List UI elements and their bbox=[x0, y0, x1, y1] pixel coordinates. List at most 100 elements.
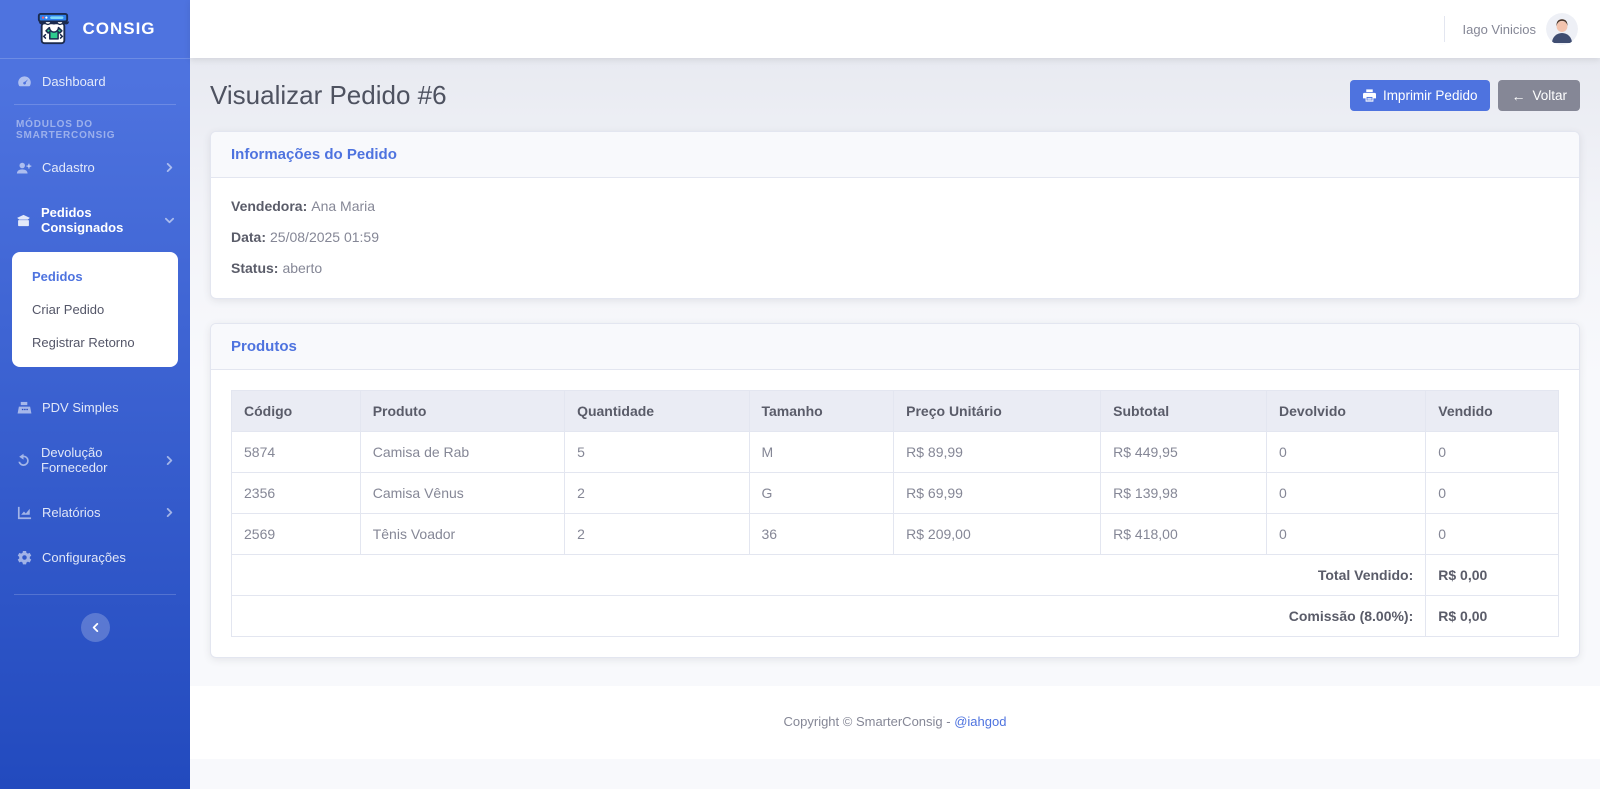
field-value: 25/08/2025 01:59 bbox=[270, 229, 380, 245]
sidebar-item-cadastro[interactable]: Cadastro bbox=[0, 145, 190, 190]
order-field-data: Data: 25/08/2025 01:59 bbox=[231, 229, 1559, 245]
table-cell: 0 bbox=[1266, 513, 1427, 555]
cash-register-icon bbox=[16, 401, 32, 415]
submenu-item-registrar-retorno[interactable]: Registrar Retorno bbox=[12, 326, 178, 359]
brand[interactable]: CONSIG bbox=[0, 0, 190, 58]
column-header-tamanho: Tamanho bbox=[748, 390, 895, 432]
sidebar-submenu: Pedidos Criar Pedido Registrar Retorno bbox=[12, 252, 178, 367]
field-label: Status: bbox=[231, 260, 279, 276]
chevron-down-icon bbox=[165, 216, 174, 225]
footer-link[interactable]: @iahgod bbox=[954, 714, 1006, 729]
box-icon bbox=[16, 213, 31, 227]
chevron-right-icon bbox=[165, 455, 174, 465]
products-card-title: Produtos bbox=[211, 324, 1579, 370]
total-vendido-value: R$ 0,00 bbox=[1425, 554, 1559, 596]
brand-name: CONSIG bbox=[82, 19, 156, 38]
print-order-button[interactable]: Imprimir Pedido bbox=[1349, 80, 1491, 111]
table-header-row: Código Produto Quantidade Tamanho Preço … bbox=[231, 390, 1559, 432]
column-header-produto: Produto bbox=[359, 390, 566, 432]
sidebar-item-devolucao-fornecedor[interactable]: Devolução Fornecedor bbox=[0, 430, 190, 490]
table-cell: 5 bbox=[564, 431, 750, 473]
content-area: Visualizar Pedido #6 Imprimir Pedido ← V… bbox=[190, 58, 1600, 789]
chevron-right-icon bbox=[165, 163, 174, 172]
order-field-status: Status: aberto bbox=[231, 260, 1559, 276]
table-cell: M bbox=[748, 431, 895, 473]
sidebar-item-label: Configurações bbox=[42, 550, 126, 565]
total-vendido-row: Total Vendido: R$ 0,00 bbox=[230, 554, 1559, 596]
table-cell: R$ 418,00 bbox=[1100, 513, 1268, 555]
comissao-label: Comissão (8.00%): bbox=[230, 595, 1427, 637]
back-label: Voltar bbox=[1532, 88, 1567, 103]
main-area: Iago Vinicios Visualizar Pedido #6 Impri… bbox=[190, 0, 1600, 789]
table-cell: 5874 bbox=[231, 431, 361, 473]
table-row: 2569 Tênis Voador 2 36 R$ 209,00 R$ 418,00 0 0 bbox=[231, 513, 1559, 555]
table-cell: R$ 209,00 bbox=[893, 513, 1102, 555]
products-table-body: 5874 Camisa de Rab 5 M R$ 89,99 R$ 449,95 0 0 23… bbox=[231, 431, 1559, 555]
column-header-preco-unitario: Preço Unitário bbox=[893, 390, 1102, 432]
printer-icon bbox=[1362, 89, 1376, 102]
submenu-item-pedidos[interactable]: Pedidos bbox=[12, 260, 178, 293]
avatar[interactable] bbox=[1546, 13, 1578, 45]
topbar-divider bbox=[1443, 16, 1445, 42]
footer: Copyright © SmarterConsig - @iahgod bbox=[190, 686, 1600, 759]
table-cell: Tênis Voador bbox=[359, 513, 566, 555]
user-plus-icon bbox=[16, 161, 32, 175]
sidebar-item-label: Devolução Fornecedor bbox=[41, 445, 108, 475]
table-cell: 2356 bbox=[231, 472, 361, 514]
page-title: Visualizar Pedido #6 bbox=[210, 80, 447, 110]
page-bottom-strip bbox=[190, 759, 1600, 783]
sidebar-toggle-button[interactable] bbox=[80, 613, 110, 642]
storefront-logo-icon bbox=[34, 12, 72, 46]
table-cell: 0 bbox=[1425, 472, 1559, 514]
field-label: Data: bbox=[231, 229, 267, 245]
table-cell: 2 bbox=[564, 472, 750, 514]
sidebar-item-label: Cadastro bbox=[42, 160, 95, 175]
table-row: 2356 Camisa Vênus 2 G R$ 69,99 R$ 139,98 0 0 bbox=[231, 472, 1559, 514]
sidebar-item-configuracoes[interactable]: Configurações bbox=[0, 535, 190, 580]
table-cell: G bbox=[748, 472, 895, 514]
table-cell: R$ 89,99 bbox=[893, 431, 1102, 473]
products-table: Código Produto Quantidade Tamanho Preço … bbox=[230, 390, 1559, 637]
sidebar-section-heading: Módulos do SmarterConsig bbox=[16, 119, 116, 141]
sidebar-item-label: Dashboard bbox=[42, 74, 106, 89]
order-info-card: Informações do Pedido Vendedora: Ana Mari… bbox=[210, 131, 1580, 299]
order-info-card-title: Informações do Pedido bbox=[211, 132, 1579, 178]
sidebar-nav: Dashboard Módulos do SmarterConsig Cadas… bbox=[0, 59, 190, 660]
undo-icon bbox=[16, 453, 31, 468]
submenu-item-criar-pedido[interactable]: Criar Pedido bbox=[12, 293, 178, 326]
column-header-quantidade: Quantidade bbox=[564, 390, 750, 432]
sidebar-item-label: PDV Simples bbox=[42, 400, 119, 415]
table-cell: 2569 bbox=[231, 513, 361, 555]
print-order-label: Imprimir Pedido bbox=[1382, 88, 1478, 103]
field-value: Ana Maria bbox=[311, 198, 376, 214]
table-cell: Camisa Vênus bbox=[359, 472, 566, 514]
column-header-devolvido: Devolvido bbox=[1266, 390, 1427, 432]
table-cell: 0 bbox=[1425, 431, 1559, 473]
column-header-subtotal: Subtotal bbox=[1100, 390, 1268, 432]
field-label: Vendedora: bbox=[231, 198, 308, 214]
copyright-text: Copyright © SmarterConsig - bbox=[783, 714, 951, 729]
sidebar-item-label: Pedidos Consignados bbox=[41, 205, 124, 235]
sidebar-item-relatorios[interactable]: Relatórios bbox=[0, 490, 190, 535]
column-header-codigo: Código bbox=[231, 390, 361, 432]
order-field-vendedora: Vendedora: Ana Maria bbox=[231, 198, 1559, 214]
field-value: aberto bbox=[282, 260, 323, 276]
products-card: Produtos Código Produto Quantidade Taman… bbox=[210, 323, 1580, 658]
back-button[interactable]: ← Voltar bbox=[1498, 80, 1580, 111]
sidebar-item-pedidos-consignados[interactable]: Pedidos Consignados bbox=[0, 190, 190, 250]
comissao-value: R$ 0,00 bbox=[1425, 595, 1559, 637]
sidebar-item-dashboard[interactable]: Dashboard bbox=[0, 59, 190, 104]
column-header-vendido: Vendido bbox=[1425, 390, 1559, 432]
table-cell: R$ 139,98 bbox=[1100, 472, 1268, 514]
table-cell: 36 bbox=[748, 513, 895, 555]
arrow-left-icon: ← bbox=[1511, 87, 1526, 104]
sidebar-item-label: Relatórios bbox=[42, 505, 101, 520]
table-row: 5874 Camisa de Rab 5 M R$ 89,99 R$ 449,95 0 0 bbox=[231, 431, 1559, 473]
comissao-row: Comissão (8.00%): R$ 0,00 bbox=[230, 595, 1559, 637]
user-name[interactable]: Iago Vinicios bbox=[1463, 22, 1536, 37]
table-cell: 0 bbox=[1425, 513, 1559, 555]
sidebar-item-pdv-simples[interactable]: PDV Simples bbox=[0, 385, 190, 430]
topbar: Iago Vinicios bbox=[190, 0, 1600, 58]
table-cell: 0 bbox=[1266, 431, 1427, 473]
table-cell: R$ 69,99 bbox=[893, 472, 1102, 514]
